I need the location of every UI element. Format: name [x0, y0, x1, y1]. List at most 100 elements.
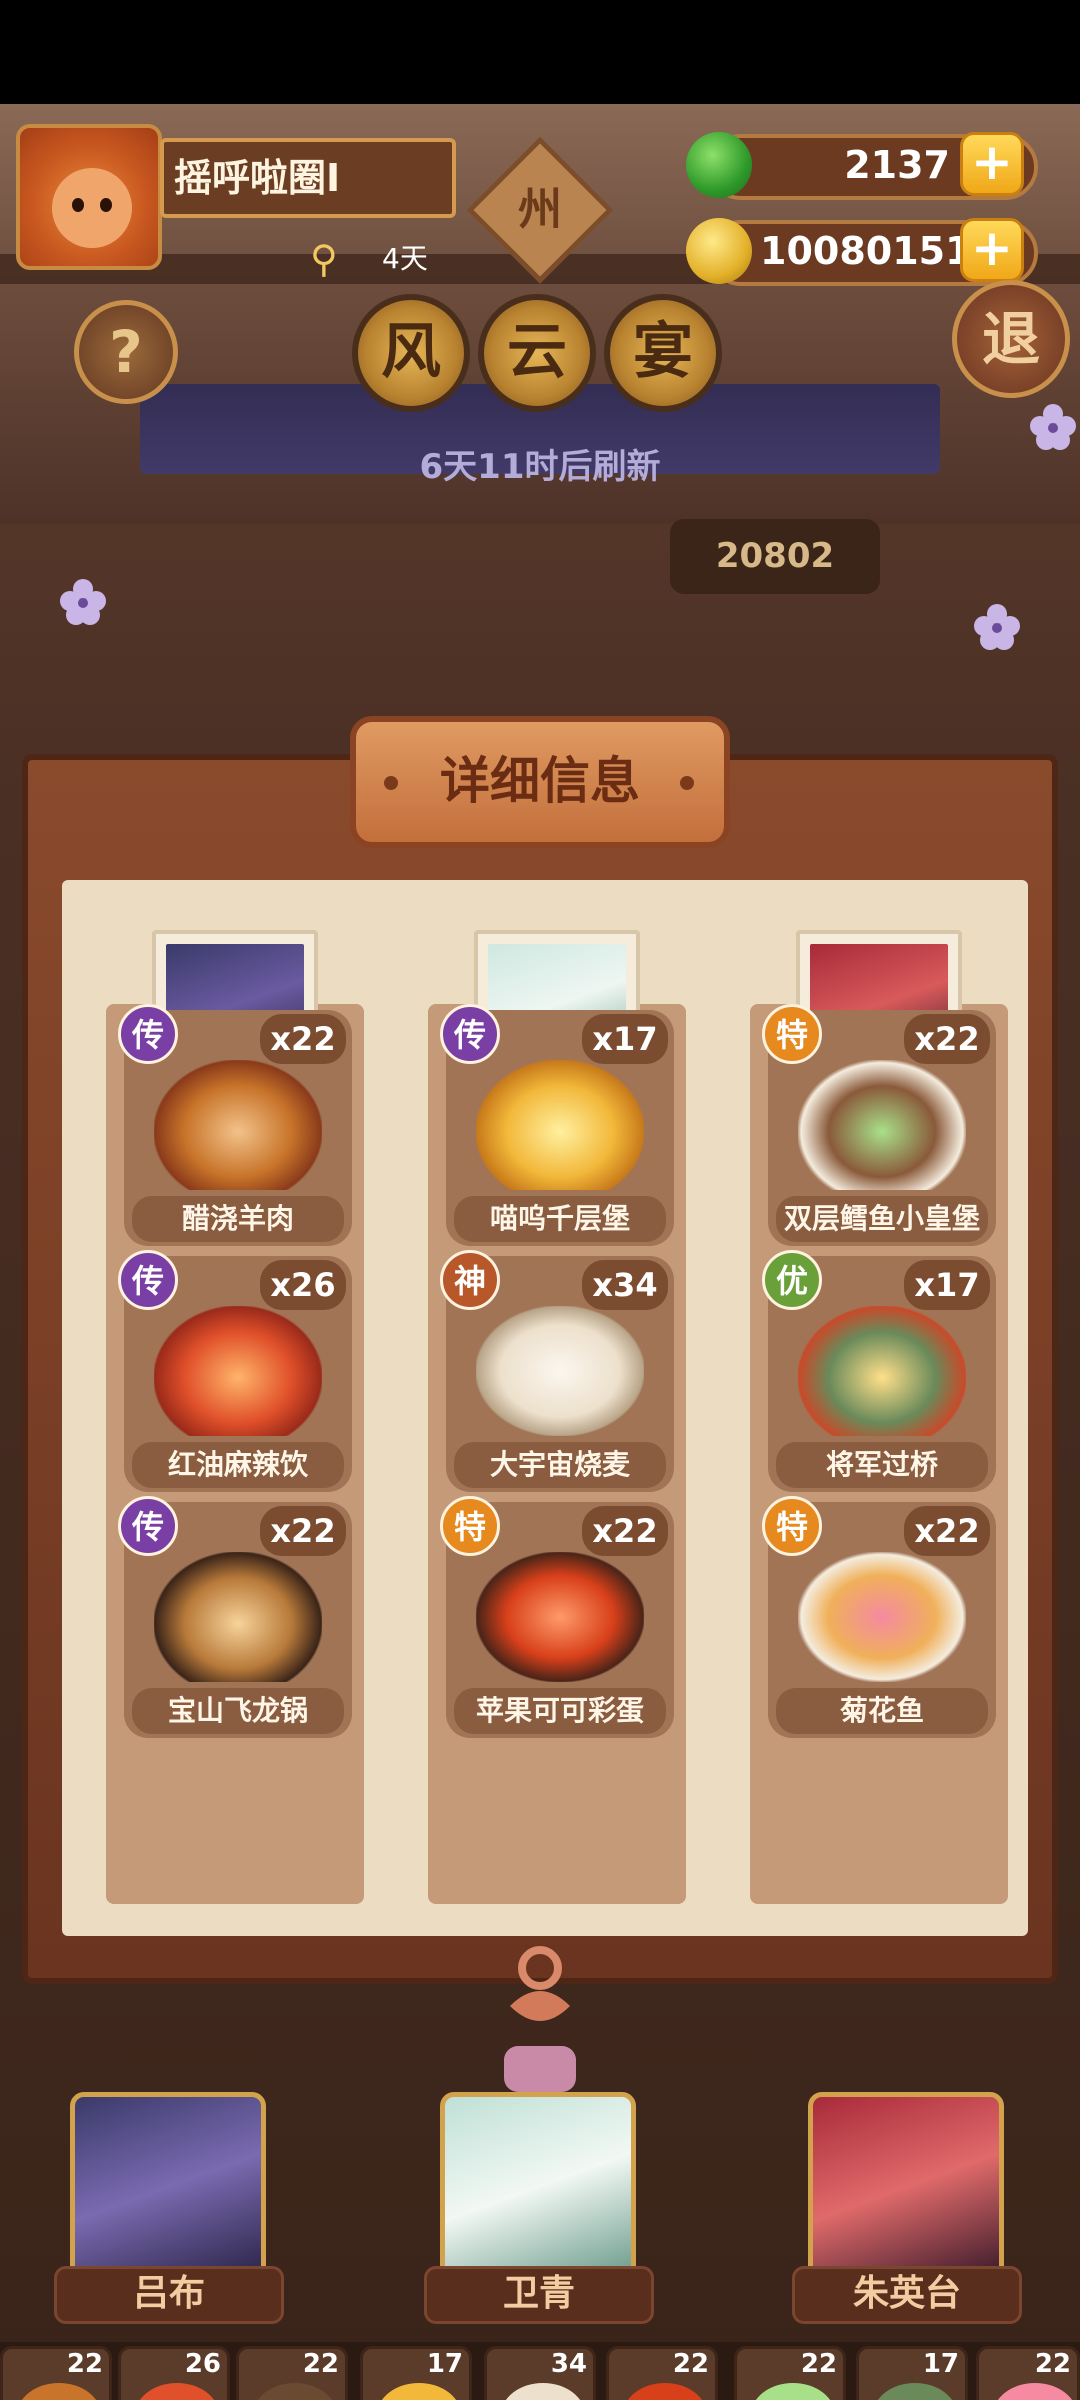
dish-name: 醋浇羊肉 — [181, 1202, 294, 1235]
tray-slot[interactable]: 22 — [734, 2346, 846, 2400]
chinese-knot-icon — [504, 1946, 576, 2092]
refresh-countdown: 6天11时后刷新 — [419, 447, 661, 487]
dish-name: 大宇宙烧麦 — [489, 1448, 630, 1481]
tray-count: 22 — [66, 2349, 103, 2379]
flower-icon — [60, 579, 106, 625]
hero-zhuyingtai[interactable] — [808, 2092, 1004, 2282]
tray-slot[interactable]: 22 — [236, 2346, 348, 2400]
tray-dish-image — [135, 2383, 219, 2400]
tray-slot[interactable]: 17 — [856, 2346, 968, 2400]
tray-slot[interactable]: 26 — [118, 2346, 230, 2400]
dish-card[interactable]: 醋浇羊肉 x22 传 — [118, 1004, 352, 1246]
dish-card[interactable]: 苹果可可彩蛋 x22 特 — [440, 1496, 674, 1738]
panel-title: 详细信息 — [350, 716, 730, 848]
dish-card[interactable]: 菊花鱼 x22 特 — [762, 1496, 996, 1738]
tray-count: 26 — [184, 2349, 221, 2379]
dish-count: x17 — [582, 1014, 668, 1064]
dish-card[interactable]: 宝山飞龙锅 x22 传 — [118, 1496, 352, 1738]
coin-icon — [686, 218, 752, 284]
avatar-eye-right — [100, 198, 112, 212]
dish-card[interactable]: 将军过桥 x17 优 — [762, 1250, 996, 1492]
dish-card[interactable]: 红油麻辣饮 x26 传 — [118, 1250, 352, 1492]
rank-badge: 传 — [118, 1250, 178, 1310]
dish-image — [476, 1552, 644, 1682]
help-button[interactable]: ? — [74, 300, 178, 404]
tray-count: 17 — [426, 2349, 463, 2379]
add-jade-button[interactable]: + — [960, 132, 1024, 196]
avatar-face — [52, 168, 132, 248]
dish-name: 红油麻辣饮 — [167, 1448, 308, 1481]
tray-count: 22 — [302, 2349, 339, 2379]
dish-image — [154, 1306, 322, 1436]
event-title-char-1: 风 — [352, 294, 470, 412]
days-label: 4天 — [382, 242, 428, 275]
dish-card[interactable]: 双层鳕鱼小皇堡 x22 特 — [762, 1004, 996, 1246]
rank-badge: 传 — [118, 1496, 178, 1556]
rank-badge: 传 — [118, 1004, 178, 1064]
dish-image — [154, 1552, 322, 1682]
dish-count: x22 — [260, 1506, 346, 1556]
dish-card[interactable]: 大宇宙烧麦 x34 神 — [440, 1250, 674, 1492]
dish-image — [798, 1060, 966, 1190]
rank-badge: 特 — [762, 1004, 822, 1064]
hero-name-weiqing: 卫青 — [502, 2273, 575, 2314]
dish-count: x34 — [582, 1260, 668, 1310]
jade-amount: 2137 — [844, 143, 950, 187]
dish-name: 苹果可可彩蛋 — [475, 1694, 644, 1727]
status-bar — [0, 0, 1080, 104]
avatar-eye-left — [72, 198, 84, 212]
dish-count: x22 — [904, 1014, 990, 1064]
tray-dish-image — [377, 2383, 461, 2400]
region-sign-label: 州 — [518, 184, 562, 235]
dish-name: 将军过桥 — [825, 1448, 938, 1481]
tray-count: 22 — [672, 2349, 709, 2379]
tray-slot[interactable]: 22 — [0, 2346, 112, 2400]
dish-count: x26 — [260, 1260, 346, 1310]
dish-count: x22 — [582, 1506, 668, 1556]
dish-name: 宝山飞龙锅 — [167, 1694, 308, 1727]
dish-image — [154, 1060, 322, 1190]
event-title-char-2: 云 — [478, 294, 596, 412]
dish-name: 菊花鱼 — [839, 1694, 924, 1727]
plaque-dot — [384, 776, 398, 790]
tray-slot[interactable]: 17 — [360, 2346, 472, 2400]
background-score: 20802 — [670, 519, 880, 594]
tray-dish-image — [873, 2383, 957, 2400]
flower-icon — [1030, 404, 1076, 450]
plaque-dot — [680, 776, 694, 790]
flower-icon — [974, 604, 1020, 650]
dish-image — [476, 1060, 644, 1190]
key-icon: ⚲ — [310, 237, 338, 281]
player-name: 摇呼啦圈I — [160, 138, 456, 218]
tray-dish-image — [253, 2383, 337, 2400]
tray-count: 22 — [1034, 2349, 1071, 2379]
tray-slot[interactable]: 22 — [606, 2346, 718, 2400]
coin-amount: 10080151 — [760, 229, 972, 273]
tray-slot[interactable]: 34 — [484, 2346, 596, 2400]
game-scene: 6天11时后刷新 20802 摇呼啦圈I ⚲ 4天 州 2137 + 10080… — [0, 104, 1080, 2400]
tray-dish-image — [17, 2383, 101, 2400]
hero-lubu[interactable] — [70, 2092, 266, 2282]
dish-image — [798, 1306, 966, 1436]
jade-icon — [686, 132, 752, 198]
tray-dish-image — [501, 2383, 585, 2400]
rank-badge: 神 — [440, 1250, 500, 1310]
dish-image — [476, 1306, 644, 1436]
add-coins-button[interactable]: + — [960, 218, 1024, 282]
dish-name: 双层鳕鱼小皇堡 — [783, 1202, 980, 1235]
tray-count: 17 — [922, 2349, 959, 2379]
hero-name-zhuyingtai: 朱英台 — [852, 2273, 961, 2314]
tray-count: 34 — [550, 2349, 587, 2379]
hero-weiqing[interactable] — [440, 2092, 636, 2282]
dish-card[interactable]: 喵呜千层堡 x17 传 — [440, 1004, 674, 1246]
rank-badge: 传 — [440, 1004, 500, 1064]
hero-name-lubu: 吕布 — [132, 2273, 205, 2314]
tray-count: 22 — [800, 2349, 837, 2379]
player-avatar[interactable] — [16, 124, 162, 270]
tray-slot[interactable]: 22 — [976, 2346, 1080, 2400]
dish-name: 喵呜千层堡 — [489, 1202, 630, 1235]
rank-badge: 特 — [440, 1496, 500, 1556]
event-title-char-3: 宴 — [604, 294, 722, 412]
rank-badge: 优 — [762, 1250, 822, 1310]
exit-button[interactable]: 退 — [952, 280, 1070, 398]
